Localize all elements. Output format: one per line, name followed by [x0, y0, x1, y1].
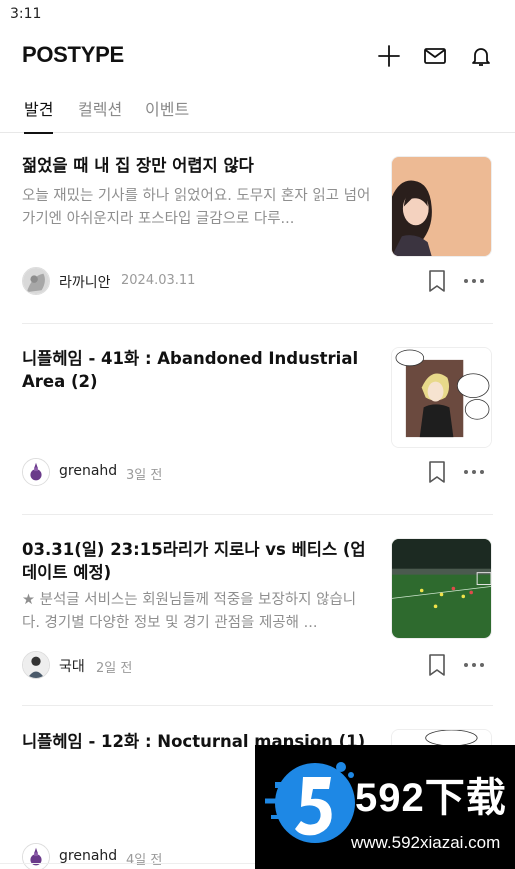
app-header: POSTYPE — [0, 36, 515, 76]
post-title[interactable]: 니플헤임 - 41화 : Abandoned Industrial Area (… — [22, 347, 372, 393]
post-date: 2024.03.11 — [121, 273, 196, 288]
author-name[interactable]: grenahd — [59, 463, 117, 479]
post-divider — [22, 705, 493, 706]
post-title[interactable]: 03.31(일) 23:15라리가 지로나 vs 베티스 (업데이트 예정) — [22, 538, 372, 584]
author-avatar[interactable] — [22, 267, 50, 295]
post-excerpt: ★ 분석글 서비스는 회원님들께 적중을 보장하지 않습니다. 경기별 다양한 … — [22, 592, 357, 631]
post-thumbnail[interactable] — [391, 156, 492, 257]
watermark-brand: 592下载 — [355, 776, 507, 820]
author-row: 국대 2일 전 — [22, 651, 492, 679]
tab-event[interactable]: 이벤트 — [145, 96, 189, 133]
bookmark-icon[interactable] — [426, 269, 448, 293]
post-date: 3일 전 — [126, 468, 163, 483]
post-divider — [22, 514, 493, 515]
mail-icon[interactable] — [421, 42, 449, 70]
author-name[interactable]: grenahd — [59, 848, 117, 864]
post-thumbnail[interactable] — [391, 538, 492, 639]
status-bar: 3:11 — [0, 0, 515, 30]
postype-logo[interactable]: POSTYPE — [22, 42, 124, 68]
status-time: 3:11 — [10, 6, 42, 22]
post-divider — [22, 323, 493, 324]
author-avatar[interactable] — [22, 458, 50, 486]
author-name[interactable]: 국대 — [59, 656, 85, 676]
tab-discover[interactable]: 발견 — [24, 96, 54, 134]
author-avatar[interactable] — [22, 843, 50, 869]
tab-collection[interactable]: 컬렉션 — [78, 96, 122, 133]
author-name[interactable]: 라까니안 — [59, 272, 111, 292]
tab-bar: 발견 컬렉션 이벤트 — [0, 92, 515, 134]
post-excerpt: 오늘 재밌는 기사를 하나 읽었어요. 도무지 혼자 읽고 넘어가기엔 아쉬운지… — [22, 188, 371, 227]
bookmark-icon[interactable] — [426, 460, 448, 484]
post-title[interactable]: 젊었을 때 내 집 장만 어렵지 않다 — [22, 154, 372, 177]
author-row: 라까니안 2024.03.11 — [22, 267, 492, 295]
more-options-icon[interactable] — [462, 269, 486, 293]
author-row: grenahd 3일 전 — [22, 458, 492, 486]
post-date: 2일 전 — [96, 661, 133, 676]
watermark-logo-icon — [265, 762, 355, 843]
bell-icon[interactable] — [467, 42, 495, 70]
watermark-url: www.592xiazai.com — [351, 833, 501, 852]
watermark-overlay: 592下载 www.592xiazai.com — [255, 745, 515, 869]
bookmark-icon[interactable] — [426, 653, 448, 677]
author-avatar[interactable] — [22, 651, 50, 679]
more-options-icon[interactable] — [462, 653, 486, 677]
more-options-icon[interactable] — [462, 460, 486, 484]
post-thumbnail[interactable] — [391, 347, 492, 448]
post-date: 4일 전 — [126, 853, 163, 868]
plus-icon[interactable] — [375, 42, 403, 70]
